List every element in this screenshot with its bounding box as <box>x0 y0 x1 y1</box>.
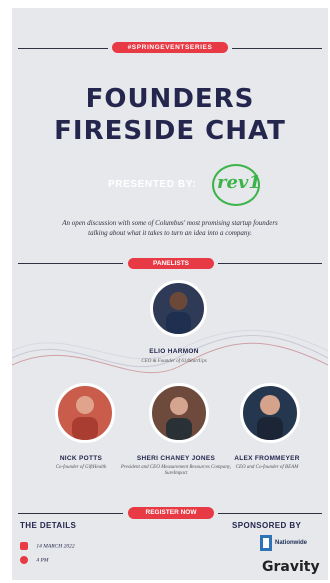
top-right-rule <box>232 48 322 49</box>
event-title-line-1: FOUNDERS <box>85 84 255 114</box>
panelist-name-alex: ALEX FROMMEYER <box>234 455 300 462</box>
rev1-logo-text: rev1 <box>217 172 261 193</box>
details-right-rule <box>218 513 322 514</box>
panelist-role-alex: CEO and Co-founder of BEAM <box>235 465 299 470</box>
person-icon <box>166 397 192 440</box>
event-poster: #SPRINGEVENTSERIES FOUNDERS FIRESIDE CHA… <box>12 8 328 580</box>
person-icon <box>166 292 191 334</box>
person-icon <box>257 395 283 440</box>
nationwide-logo: Nationwide <box>260 535 308 551</box>
panelist-role-elio: CEO & Founder of 614StartUps <box>141 359 207 364</box>
presented-by-label: PRESENTED BY: <box>108 179 197 190</box>
panelist-role-nick: Co-founder of GiftHealth <box>55 465 107 470</box>
panelist-name-sheri: SHERI CHANEY JONES <box>136 455 216 462</box>
elio-harmon-avatar <box>150 280 207 337</box>
panelist-name-elio: ELIO HARMON <box>149 348 199 355</box>
alex-frommeyer-avatar <box>240 383 300 443</box>
top-left-rule <box>18 48 108 49</box>
panelist-role-sheri: President and CEO Measurement Resources … <box>120 465 232 476</box>
calendar-icon <box>20 542 28 550</box>
clock-icon <box>20 556 28 564</box>
panel-left-rule <box>18 263 123 264</box>
event-time-row: 4 PM <box>20 556 48 564</box>
details-title: THE DETAILS <box>20 521 77 530</box>
nationwide-logo-text: Nationwide <box>275 540 308 546</box>
event-title-line-2: FIRESIDE CHAT <box>54 116 286 146</box>
event-date-row: 14 MARCH 2022 <box>20 542 75 550</box>
nick-potts-avatar <box>55 383 115 443</box>
event-description: An open discussion with some of Columbus… <box>62 219 278 237</box>
sponsors-title: SPONSORED BY <box>232 521 302 530</box>
register-now-button[interactable]: REGISTER NOW <box>128 507 214 519</box>
panel-right-rule <box>218 263 322 264</box>
event-time: 4 PM <box>36 557 49 564</box>
panelists-label: PANELISTS <box>128 258 214 269</box>
hashtag-badge: #SPRINGEVENTSERIES <box>112 42 228 53</box>
person-icon <box>72 396 98 440</box>
event-date: 14 MARCH 2022 <box>36 543 75 550</box>
details-left-rule <box>18 513 123 514</box>
panelist-name-nick: NICK POTTS <box>59 455 103 462</box>
gravity-logo: Gravity <box>262 559 320 575</box>
sheri-chaney-jones-avatar <box>149 383 209 443</box>
